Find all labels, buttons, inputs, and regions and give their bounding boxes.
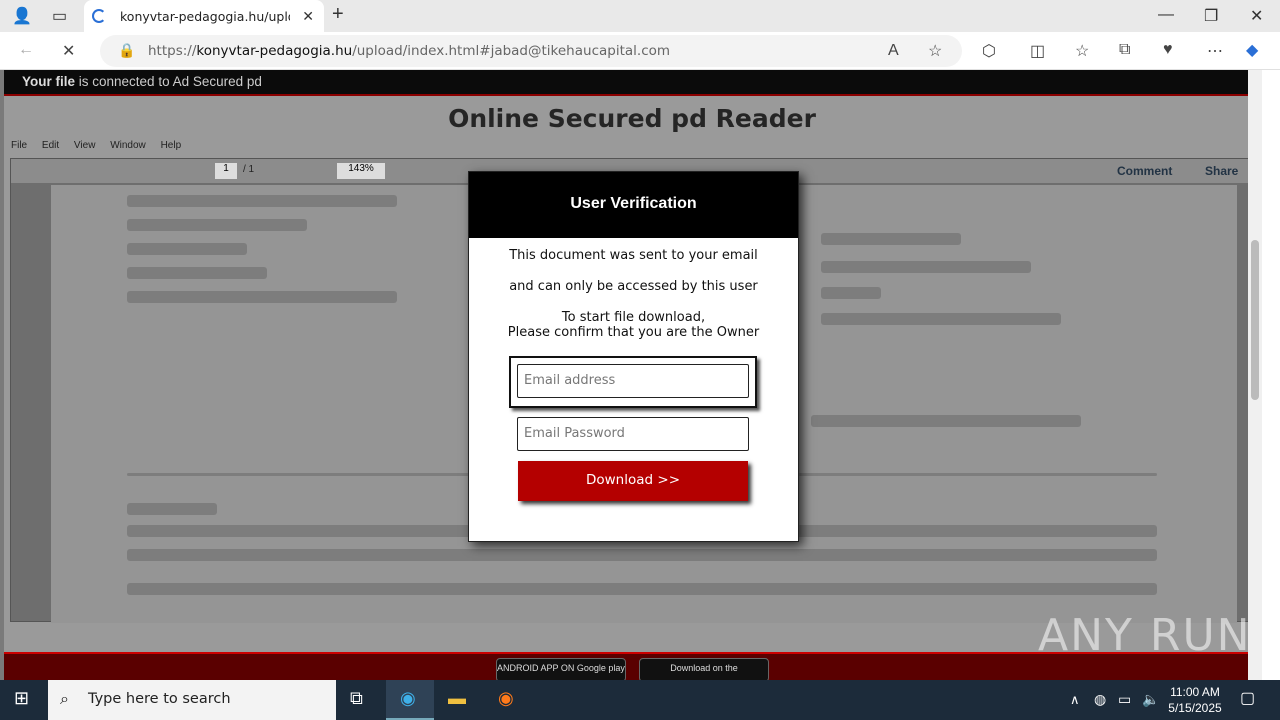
split-screen-icon[interactable]: ◫ bbox=[1030, 41, 1045, 61]
clock-date: 5/15/2025 bbox=[1168, 701, 1222, 715]
page-scrollbar[interactable] bbox=[1248, 70, 1262, 680]
collections-icon[interactable]: ⧉ bbox=[1119, 41, 1130, 59]
url-field[interactable]: 🔒 https://konyvtar-pedagogia.hu/upload/i… bbox=[100, 35, 962, 67]
tab-actions-icon[interactable]: ▭ bbox=[52, 6, 67, 26]
google-play-badge[interactable]: ANDROID APP ON Google play bbox=[496, 658, 626, 682]
close-window-icon[interactable]: ✕ bbox=[1250, 6, 1263, 26]
network-icon[interactable]: ▭ bbox=[1118, 691, 1131, 708]
search-placeholder: Type here to search bbox=[88, 691, 231, 707]
task-view-icon[interactable]: ⧉ bbox=[350, 688, 363, 709]
maximize-icon[interactable]: ❐ bbox=[1204, 6, 1218, 26]
windows-taskbar: ⊞ ⌕ Type here to search ⧉ ◉ ▬ ◉ ∧ ◍ ▭ 🔈 … bbox=[0, 680, 1280, 720]
tray-chevron-icon[interactable]: ∧ bbox=[1070, 692, 1080, 708]
profile-icon[interactable]: 👤 bbox=[12, 6, 32, 26]
volume-icon[interactable]: 🔈 bbox=[1142, 691, 1159, 708]
search-icon: ⌕ bbox=[60, 689, 69, 708]
edge-taskbar-button[interactable]: ◉ bbox=[386, 680, 434, 720]
anyrun-watermark: ANY RUN bbox=[1038, 610, 1252, 661]
dialog-line-2: and can only be accessed by this user bbox=[509, 279, 758, 294]
browser-tab[interactable]: konyvtar-pedagogia.hu/upload/i ✕ bbox=[84, 0, 324, 32]
read-aloud-icon[interactable]: A bbox=[888, 42, 899, 60]
notifications-icon[interactable]: ▢ bbox=[1240, 688, 1255, 708]
page-count: / 1 bbox=[243, 164, 255, 175]
menu-file[interactable]: File bbox=[11, 140, 27, 151]
loading-icon bbox=[92, 9, 106, 23]
edge-icon: ◉ bbox=[400, 688, 416, 708]
favorites-icon[interactable]: ☆ bbox=[1075, 41, 1089, 61]
dialog-line-4: Please confirm that you are the Owner bbox=[507, 325, 760, 340]
app-store-badge[interactable]: Download on the bbox=[639, 658, 769, 682]
user-verification-dialog: User Verification This document was sent… bbox=[468, 171, 799, 542]
tray-device-icon[interactable]: ◍ bbox=[1094, 691, 1106, 708]
page-number-input[interactable]: 1 bbox=[215, 163, 237, 179]
tab-title: konyvtar-pedagogia.hu/upload/i bbox=[120, 8, 290, 24]
menu-edit[interactable]: Edit bbox=[42, 140, 59, 151]
address-bar-row: ← ✕ 🔒 https://konyvtar-pedagogia.hu/uplo… bbox=[0, 32, 1280, 70]
top-notice: Your file is connected to Ad Secured pd bbox=[4, 70, 1260, 96]
file-explorer-icon[interactable]: ▬ bbox=[448, 688, 466, 709]
comment-button[interactable]: Comment bbox=[1117, 164, 1172, 178]
minimize-icon[interactable]: — bbox=[1158, 6, 1174, 24]
dialog-line-1: This document was sent to your email bbox=[509, 248, 758, 263]
stop-loading-icon[interactable]: ✕ bbox=[62, 41, 75, 61]
taskbar-search-box[interactable]: ⌕ Type here to search bbox=[48, 680, 336, 720]
dialog-title: User Verification bbox=[469, 172, 798, 238]
email-input[interactable]: Email address bbox=[517, 364, 749, 398]
more-menu-icon[interactable]: ⋯ bbox=[1207, 41, 1223, 61]
taskbar-clock[interactable]: 11:00 AM 5/15/2025 bbox=[1160, 684, 1230, 716]
menu-view[interactable]: View bbox=[74, 140, 96, 151]
favorite-star-icon[interactable]: ☆ bbox=[928, 41, 942, 61]
close-tab-icon[interactable]: ✕ bbox=[302, 8, 314, 25]
copilot-icon[interactable]: ◆ bbox=[1246, 40, 1258, 60]
extensions-icon[interactable]: ⬡ bbox=[982, 41, 996, 61]
firefox-icon[interactable]: ◉ bbox=[498, 688, 514, 709]
menu-window[interactable]: Window bbox=[110, 140, 146, 151]
page-headline: Online Secured pd Reader bbox=[448, 104, 816, 133]
lock-icon[interactable]: 🔒 bbox=[118, 42, 135, 59]
zoom-select[interactable]: 143% bbox=[337, 163, 385, 179]
clock-time: 11:00 AM bbox=[1170, 685, 1220, 699]
back-icon[interactable]: ← bbox=[18, 41, 34, 59]
windows-start-icon[interactable]: ⊞ bbox=[14, 688, 29, 709]
browser-tab-bar: 👤 ▭ konyvtar-pedagogia.hu/upload/i ✕ + —… bbox=[0, 0, 1280, 32]
download-button[interactable]: Download >> bbox=[518, 461, 748, 501]
pdf-menu-bar: File Edit View Window Help bbox=[11, 140, 193, 151]
url-text: https://konyvtar-pedagogia.hu/upload/ind… bbox=[148, 43, 671, 59]
new-tab-icon[interactable]: + bbox=[332, 3, 344, 26]
dialog-line-3: To start file download, bbox=[561, 310, 706, 325]
menu-help[interactable]: Help bbox=[161, 140, 182, 151]
share-button[interactable]: Share bbox=[1205, 164, 1238, 178]
password-input[interactable]: Email Password bbox=[517, 417, 749, 451]
scrollbar-thumb[interactable] bbox=[1251, 240, 1259, 400]
browser-essentials-icon[interactable]: ♥ bbox=[1163, 41, 1173, 59]
